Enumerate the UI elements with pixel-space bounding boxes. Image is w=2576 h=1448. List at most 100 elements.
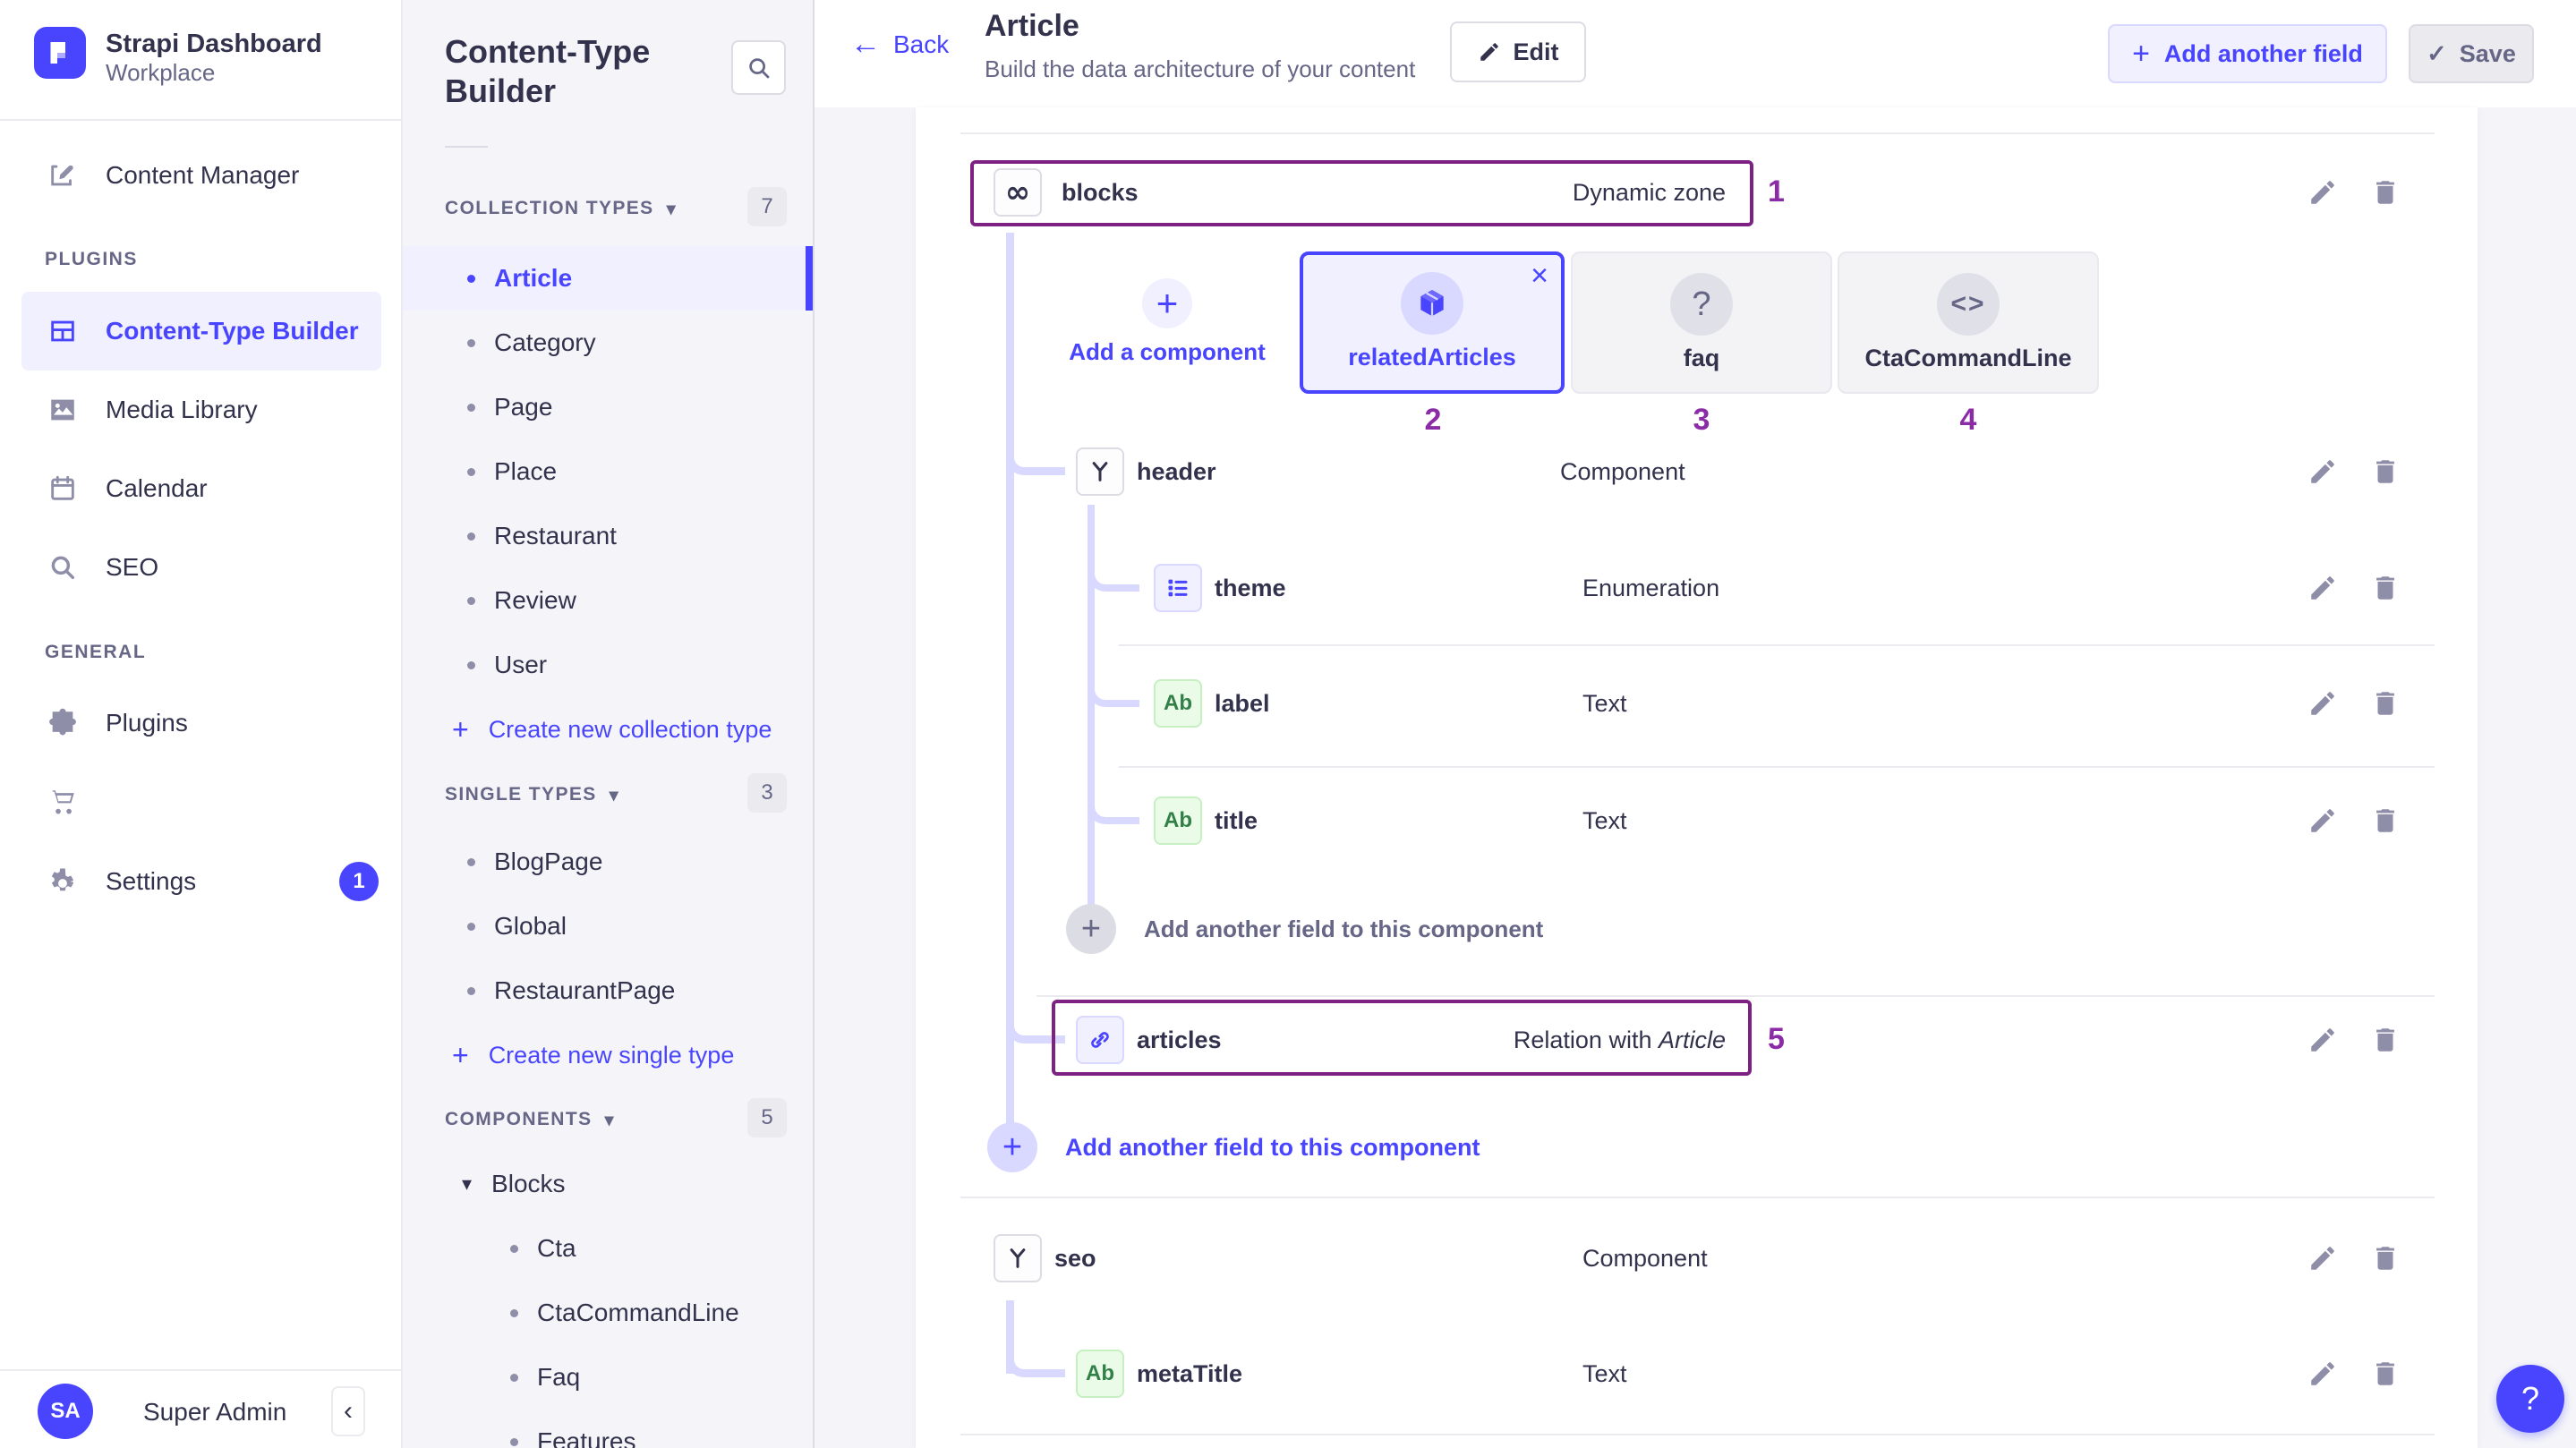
search-button[interactable] bbox=[731, 40, 786, 95]
avatar[interactable]: SA bbox=[38, 1384, 93, 1439]
row-divider bbox=[960, 1197, 2435, 1198]
delete-field-icon[interactable] bbox=[2370, 805, 2401, 836]
help-button[interactable]: ? bbox=[2496, 1365, 2564, 1433]
sidebar-item-marketplace[interactable]: Marketplace bbox=[21, 762, 381, 841]
close-icon[interactable]: × bbox=[1531, 259, 1548, 294]
field-name: seo bbox=[1054, 1234, 1096, 1282]
field-type: Relation with Article bbox=[1417, 1016, 1726, 1064]
ctb-item-category[interactable]: Category bbox=[403, 311, 813, 375]
edit-button[interactable]: Edit bbox=[1450, 21, 1586, 82]
field-name: articles bbox=[1137, 1016, 1222, 1064]
field-type: Component bbox=[1560, 447, 1685, 496]
edit-field-icon[interactable] bbox=[2307, 573, 2338, 603]
edit-field-icon[interactable] bbox=[2307, 1243, 2338, 1273]
add-field-to-component-button[interactable]: + Add another field to this component bbox=[987, 1122, 1480, 1172]
text-field-icon: Ab bbox=[1154, 796, 1202, 845]
ctb-item-review[interactable]: Review bbox=[403, 568, 813, 633]
code-icon: <> bbox=[1937, 273, 2000, 336]
sidebar-item-seo[interactable]: SEO bbox=[21, 528, 381, 607]
chevron-left-icon: ‹ bbox=[344, 1396, 353, 1427]
delete-field-icon[interactable] bbox=[2370, 1243, 2401, 1273]
tree-elbow bbox=[1088, 788, 1139, 824]
text-field-icon: Ab bbox=[1076, 1350, 1124, 1398]
field-name: label bbox=[1215, 679, 1270, 728]
save-button[interactable]: ✓ Save bbox=[2409, 24, 2534, 83]
sidebar-item-plugins[interactable]: Plugins bbox=[21, 684, 381, 762]
sidebar-section-general: GENERAL bbox=[45, 642, 146, 663]
row-actions bbox=[2307, 447, 2424, 496]
edit-field-icon[interactable] bbox=[2307, 1025, 2338, 1055]
ctb-item-cta[interactable]: Cta bbox=[403, 1216, 813, 1281]
strapi-logo bbox=[34, 27, 86, 79]
bullet-icon bbox=[467, 987, 475, 995]
add-another-field-button[interactable]: + Add another field bbox=[2108, 24, 2387, 83]
edit-field-icon[interactable] bbox=[2307, 1359, 2338, 1389]
row-actions bbox=[2307, 1350, 2424, 1398]
bullet-icon bbox=[467, 339, 475, 347]
strapi-dashboard: Strapi Dashboard Workplace Content Manag… bbox=[0, 0, 2576, 1448]
puzzle-icon bbox=[45, 708, 81, 738]
ctb-item-faq[interactable]: Faq bbox=[403, 1345, 813, 1410]
ctb-item-page[interactable]: Page bbox=[403, 375, 813, 439]
brand-name: Strapi Dashboard bbox=[106, 27, 322, 59]
ctb-item-blogpage[interactable]: BlogPage bbox=[403, 830, 813, 894]
ctb-item-ctacommandline[interactable]: CtaCommandLine bbox=[403, 1281, 813, 1345]
collapse-sidebar-button[interactable]: ‹ bbox=[331, 1386, 365, 1436]
ctb-item-restaurant[interactable]: Restaurant bbox=[403, 504, 813, 568]
edit-field-icon[interactable] bbox=[2307, 456, 2338, 487]
component-card-relatedarticles[interactable]: × relatedArticles bbox=[1300, 251, 1565, 394]
ctb-item-restaurantpage[interactable]: RestaurantPage bbox=[403, 958, 813, 1023]
back-link[interactable]: ← Back bbox=[850, 27, 949, 62]
sidebar-divider bbox=[0, 119, 401, 121]
delete-field-icon[interactable] bbox=[2370, 688, 2401, 719]
bullet-icon bbox=[467, 597, 475, 605]
delete-field-icon[interactable] bbox=[2370, 177, 2401, 208]
ctb-item-global[interactable]: Global bbox=[403, 894, 813, 958]
brand-workspace: Workplace bbox=[106, 59, 322, 86]
add-field-to-component-muted[interactable]: + Add another field to this component bbox=[1066, 904, 1543, 954]
components-header[interactable]: COMPONENTS ▾ bbox=[445, 1106, 614, 1133]
enumeration-icon bbox=[1154, 564, 1202, 612]
tree-elbow bbox=[1006, 1008, 1065, 1043]
arrow-left-icon: ← bbox=[850, 27, 881, 62]
component-card-faq[interactable]: ? faq bbox=[1571, 251, 1832, 394]
relation-target: Article bbox=[1659, 1026, 1726, 1054]
ctb-item-article[interactable]: Article bbox=[403, 246, 813, 311]
layout-icon bbox=[45, 316, 81, 346]
question-icon: ? bbox=[1670, 273, 1733, 336]
ctb-item-place[interactable]: Place bbox=[403, 439, 813, 504]
bullet-icon bbox=[467, 468, 475, 476]
sidebar-item-media-library[interactable]: Media Library bbox=[21, 371, 381, 449]
tree-elbow bbox=[1006, 1342, 1065, 1377]
tree-elbow bbox=[1006, 439, 1065, 475]
edit-field-icon[interactable] bbox=[2307, 688, 2338, 719]
edit-field-icon[interactable] bbox=[2307, 177, 2338, 208]
ctb-item-user[interactable]: User bbox=[403, 633, 813, 697]
sidebar-item-content-type-builder[interactable]: Content-Type Builder bbox=[21, 292, 381, 371]
schema-card: ∞ blocks Dynamic zone 1 + Add a componen… bbox=[916, 107, 2478, 1448]
delete-field-icon[interactable] bbox=[2370, 573, 2401, 603]
sidebar-item-settings[interactable]: Settings 1 bbox=[21, 842, 381, 921]
row-actions bbox=[2307, 679, 2424, 728]
single-types-header[interactable]: SINGLE TYPES ▾ bbox=[445, 781, 618, 808]
page-title: Article bbox=[985, 9, 1079, 44]
field-type: Enumeration bbox=[1582, 564, 1719, 612]
component-icon bbox=[994, 1234, 1042, 1282]
sidebar-item-calendar[interactable]: Calendar bbox=[21, 449, 381, 528]
field-type: Text bbox=[1582, 679, 1627, 728]
sidebar-item-content-manager[interactable]: Content Manager bbox=[21, 136, 381, 215]
edit-field-icon[interactable] bbox=[2307, 805, 2338, 836]
field-name: title bbox=[1215, 796, 1258, 845]
delete-field-icon[interactable] bbox=[2370, 456, 2401, 487]
create-collection-type-link[interactable]: + Create new collection type bbox=[403, 697, 813, 762]
delete-field-icon[interactable] bbox=[2370, 1359, 2401, 1389]
delete-field-icon[interactable] bbox=[2370, 1025, 2401, 1055]
ctb-group-blocks[interactable]: ▾ Blocks bbox=[403, 1152, 813, 1216]
collection-types-header[interactable]: COLLECTION TYPES ▾ bbox=[445, 195, 676, 222]
add-component-button[interactable]: + bbox=[1142, 278, 1192, 328]
components-count: 5 bbox=[747, 1098, 787, 1137]
create-single-type-link[interactable]: + Create new single type bbox=[403, 1023, 813, 1087]
add-component-label[interactable]: Add a component bbox=[1050, 338, 1284, 366]
component-card-ctacommandline[interactable]: <> CtaCommandLine bbox=[1838, 251, 2099, 394]
ctb-item-features[interactable]: Features bbox=[403, 1410, 813, 1448]
